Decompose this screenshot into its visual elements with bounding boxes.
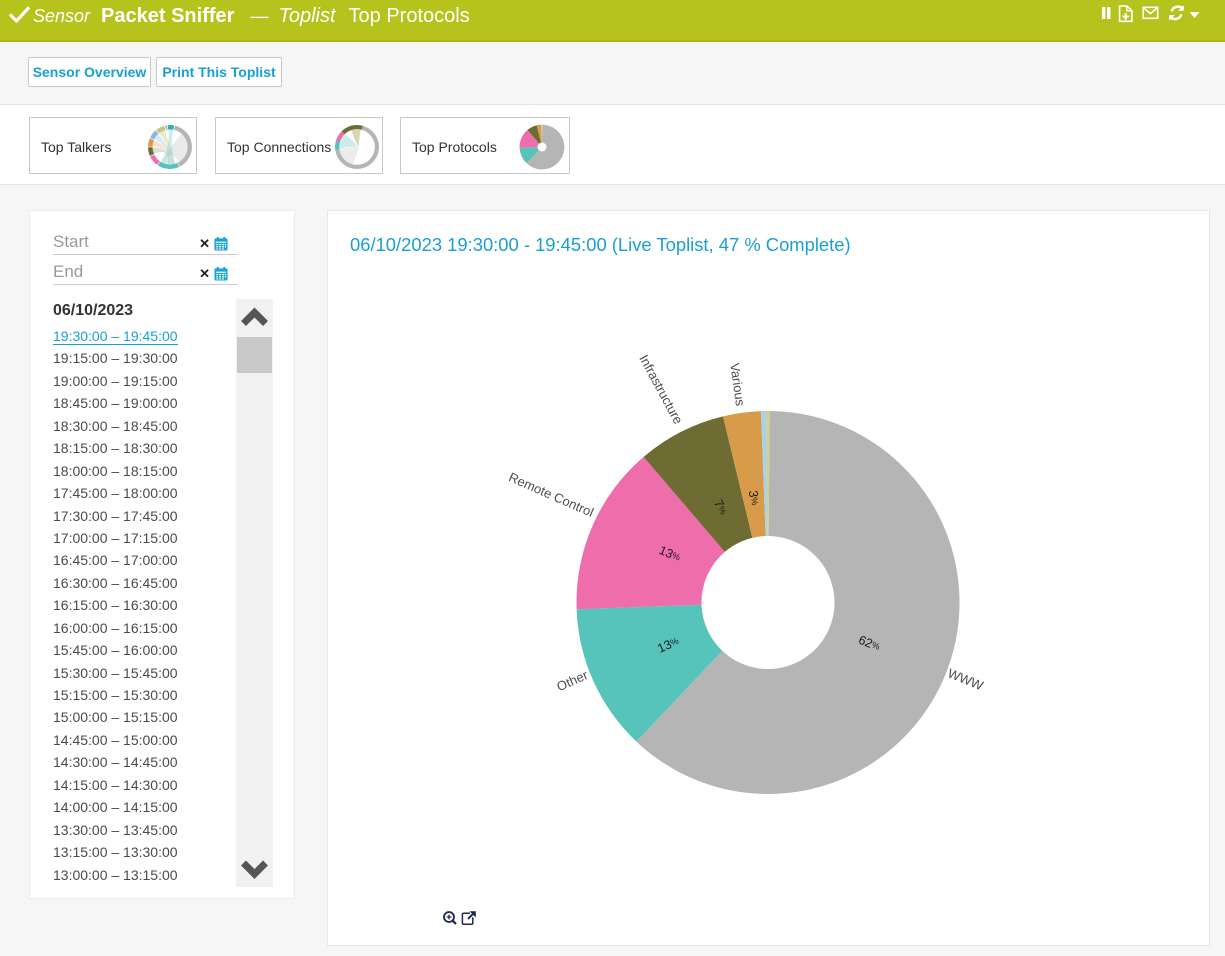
svg-text:Remote Control: Remote Control (507, 469, 596, 520)
svg-text:WWW: WWW (946, 666, 986, 694)
svg-text:Various: Various (727, 362, 748, 407)
svg-text:Other: Other (554, 667, 590, 694)
svg-text:Infrastructure: Infrastructure (636, 352, 686, 426)
